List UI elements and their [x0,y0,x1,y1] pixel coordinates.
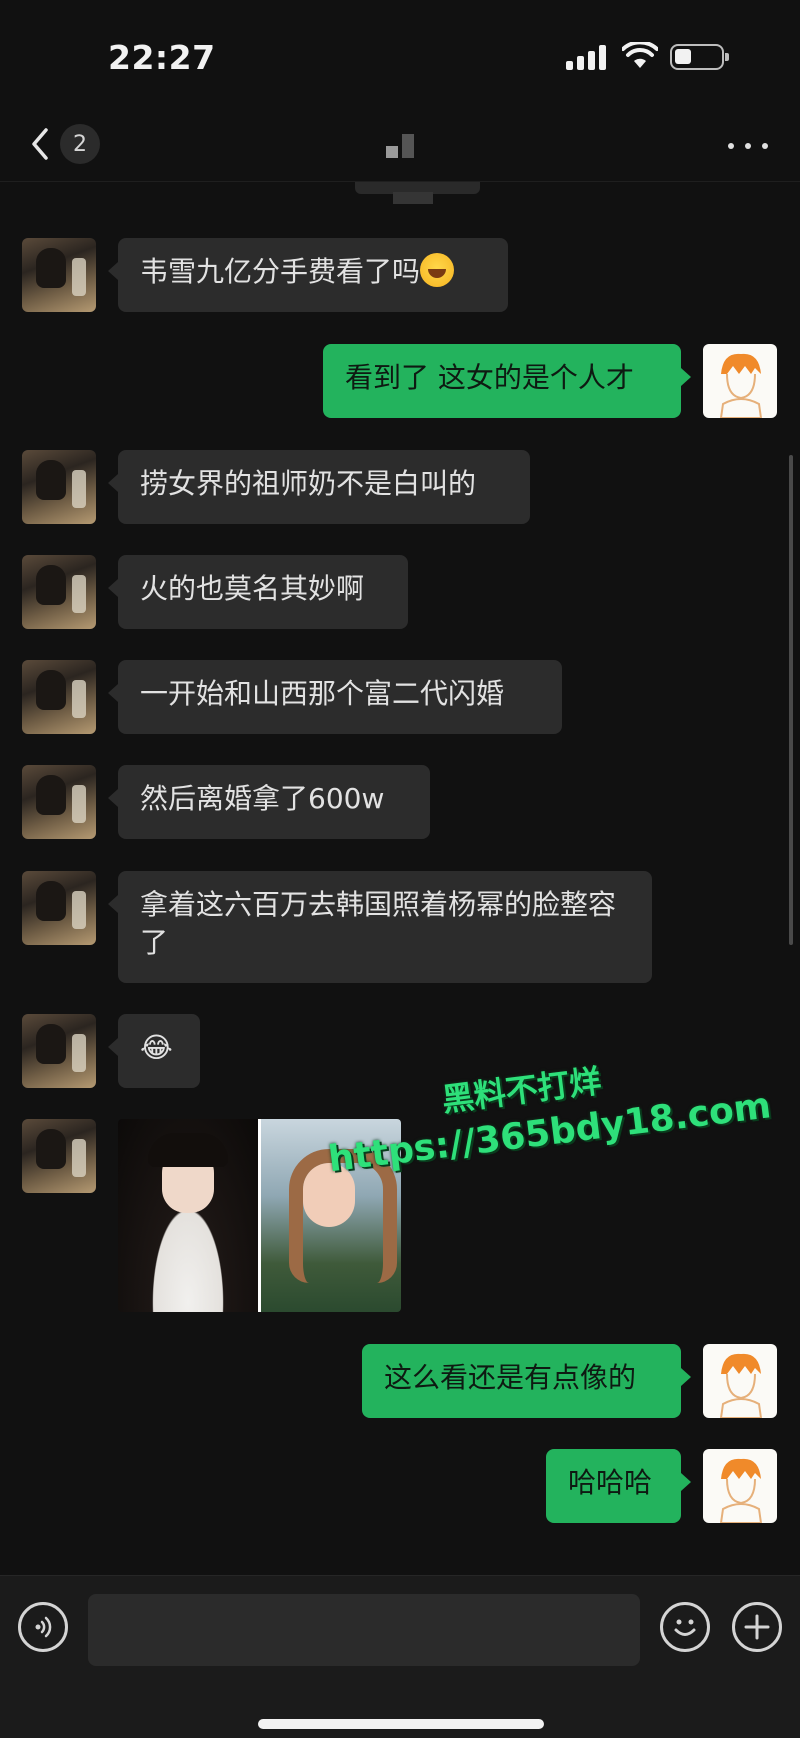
outgoing-message[interactable]: 这么看还是有点像的 [362,1344,691,1418]
more-icon[interactable] [728,132,768,160]
wifi-icon [622,42,658,68]
incoming-message[interactable]: 然后离婚拿了600w [108,765,430,839]
friend-avatar[interactable] [22,765,96,839]
message-text: 一开始和山西那个富二代闪婚 [140,677,505,710]
message-text: 这么看还是有点像的 [384,1361,637,1394]
add-button[interactable] [732,1602,782,1652]
incoming-message[interactable]: 一开始和山西那个富二代闪婚 [108,660,562,734]
incoming-message[interactable]: 😂 [108,1014,200,1088]
friend-avatar[interactable] [22,1119,96,1193]
friend-avatar[interactable] [22,660,96,734]
cartoon-boy-icon [719,353,763,418]
back-icon[interactable] [26,124,56,164]
status-bar: 22:27 [0,0,800,110]
emoji-button[interactable] [660,1602,710,1652]
laughing-crying-emoji-icon [420,253,455,287]
friend-avatar[interactable] [22,1014,96,1088]
incoming-message[interactable]: 捞女界的祖师奶不是白叫的 [108,450,530,524]
pull-tab [355,182,480,204]
cartoon-boy-icon [719,1458,763,1523]
outgoing-message[interactable]: 哈哈哈 [546,1449,691,1523]
input-bar [0,1575,800,1738]
friend-avatar[interactable] [22,450,96,524]
status-time: 22:27 [108,38,216,77]
message-text: 火的也莫名其妙啊 [140,572,365,605]
photo-left-woman [118,1119,258,1312]
message-input[interactable] [88,1594,640,1666]
my-avatar[interactable] [703,1449,777,1523]
message-text: 哈哈哈 [568,1466,653,1499]
friend-avatar[interactable] [22,871,96,945]
chat-header: 2 [0,110,800,182]
watermark: 黑料不打烊 https://365bdy18.com [320,1036,773,1180]
cellular-signal-icon [566,44,606,70]
friend-avatar[interactable] [22,555,96,629]
laughing-emoji: 😂 [140,1031,173,1064]
message-text: 捞女界的祖师奶不是白叫的 [140,467,477,500]
emoji-icon [674,1619,696,1636]
scrollbar[interactable] [789,455,793,945]
incoming-message[interactable]: 拿着这六百万去韩国照着杨幂的脸整容了 [108,871,652,983]
voice-button[interactable] [18,1602,68,1652]
message-text: 韦雪九亿分手费看了吗 [140,255,421,288]
my-avatar[interactable] [703,344,777,418]
cartoon-boy-icon [719,1353,763,1418]
incoming-message[interactable]: 火的也莫名其妙啊 [108,555,408,629]
chat-title-redacted [386,134,414,158]
outgoing-message[interactable]: 看到了 这女的是个人才 [323,344,691,418]
home-indicator [258,1719,544,1729]
voice-icon [35,1616,52,1638]
battery-icon [670,44,729,70]
friend-avatar[interactable] [22,238,96,312]
incoming-message[interactable]: 韦雪九亿分手费看了吗 [108,238,508,312]
add-icon [744,1614,770,1640]
my-avatar[interactable] [703,1344,777,1418]
message-text: 拿着这六百万去韩国照着杨幂的脸整容了 [140,888,617,959]
message-text: 然后离婚拿了600w [140,782,385,815]
unread-count-badge[interactable]: 2 [60,124,100,164]
message-text: 看到了 这女的是个人才 [345,361,634,394]
